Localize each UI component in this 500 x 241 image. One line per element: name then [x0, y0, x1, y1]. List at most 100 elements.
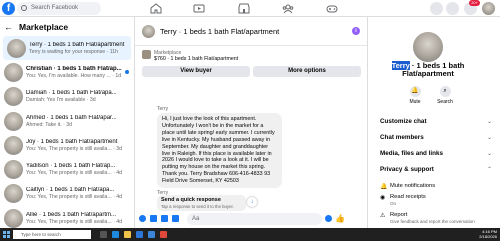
search-input[interactable]: Search Facebook	[17, 2, 101, 15]
message-input[interactable]: Aa	[187, 212, 322, 225]
conversation-list-panel: ← Marketplace Terry · 1 beds 1 bath Flat…	[0, 17, 135, 228]
contact-name: Terry · 1 beds 1 bath Flat/apartment	[368, 61, 488, 78]
edge-icon[interactable]	[112, 231, 119, 238]
back-arrow-icon[interactable]: ←	[4, 22, 13, 32]
sticker-icon[interactable]	[161, 215, 168, 222]
item-status: On	[390, 201, 397, 206]
more-options-button[interactable]: More options	[253, 66, 361, 77]
avatar	[4, 208, 23, 228]
facebook-logo[interactable]: f	[2, 2, 15, 15]
chat-title[interactable]: Terry · 1 beds 1 bath Flat/apartment	[160, 27, 279, 36]
section-label: Media, files and links	[380, 150, 443, 157]
notifications-badge: 20+	[469, 0, 480, 6]
notifications-icon[interactable]: 20+	[464, 0, 480, 15]
conversation-preview: You: Yes, The property is still availa..…	[26, 218, 123, 225]
emoji-icon[interactable]	[325, 215, 332, 222]
conversation-item[interactable]: Terry · 1 beds 1 bath Flat/apartment Terr…	[3, 36, 131, 61]
scroll-down-icon[interactable]: ↓	[247, 197, 257, 207]
chevron-down-icon: ⌄	[486, 119, 492, 125]
menu-grid-icon[interactable]	[430, 2, 443, 15]
home-icon[interactable]	[150, 3, 162, 14]
listing-thumbnail[interactable]	[142, 50, 151, 59]
search-placeholder: Search Facebook	[31, 5, 79, 11]
section-chat-members[interactable]: Chat members ⌄	[380, 134, 492, 141]
taskbar-search-input[interactable]: Type here to search	[13, 230, 91, 239]
system-clock[interactable]: 4:16 PM 2/18/2026	[479, 229, 497, 239]
file-explorer-icon[interactable]	[124, 231, 131, 238]
mail-icon[interactable]	[148, 231, 155, 238]
section-label: Privacy & support	[380, 166, 434, 173]
message-bubble: Hi, I just love the look of this apartme…	[157, 113, 282, 189]
conversation-preview: You: Yes, The property is still availa..…	[26, 145, 123, 152]
messenger-icon[interactable]	[446, 2, 459, 15]
search-icon: ⌕	[439, 86, 451, 97]
conversation-text: Joy · 1 beds 1 bath Flat/apartment You: Y…	[26, 139, 126, 152]
section-label: Chat members	[380, 134, 424, 141]
marketplace-icon[interactable]	[238, 3, 250, 14]
search-icon	[21, 5, 27, 11]
info-icon[interactable]: i	[352, 27, 360, 35]
mute-notifications-item[interactable]: 🔔 Mute notifications	[380, 183, 492, 190]
read-receipts-item[interactable]: ◉ Read receipts On	[380, 194, 492, 206]
chat-panel: Terry · 1 beds 1 bath Flat/apartment i M…	[135, 17, 368, 228]
conversation-preview: You: Yes, I'm available. How many ... · …	[26, 72, 122, 79]
conversation-preview: Terry is waiting for your response · 11h	[29, 48, 118, 55]
listing-card: Marketplace $760 · 1 beds 1 bath Flat/ap…	[135, 46, 367, 85]
avatar[interactable]	[142, 24, 155, 38]
store-icon[interactable]	[136, 231, 143, 238]
avatar	[4, 87, 23, 107]
item-label: Read receipts	[390, 194, 426, 200]
report-item[interactable]: ⚠ Report Give feedback and report the co…	[380, 212, 492, 224]
gif-icon[interactable]	[172, 215, 179, 222]
conversation-item[interactable]: Christian · 1 beds 1 bath Flat/ap... You:…	[0, 60, 134, 84]
windows-start-icon[interactable]	[3, 231, 10, 238]
conversation-text: Caitlyn · 1 beds 1 bath Flat/apa... You: …	[26, 187, 126, 200]
conversation-name: Yadilson · 1 beds 1 bath Flat/ap...	[26, 163, 116, 170]
task-view-icon[interactable]	[100, 231, 107, 238]
photo-icon[interactable]	[150, 215, 157, 222]
chevron-up-icon: ⌃	[486, 167, 492, 173]
video-icon[interactable]	[193, 3, 205, 14]
section-privacy-support[interactable]: Privacy & support ⌃	[380, 166, 492, 173]
conversation-name: Ahmed · 1 beds 1 bath Flat/apar...	[26, 114, 117, 121]
mute-label: Mute	[409, 99, 421, 105]
conversation-item[interactable]: Caitlyn · 1 beds 1 bath Flat/apa... You: …	[0, 182, 134, 206]
view-buyer-button[interactable]: View buyer	[142, 66, 250, 77]
windows-taskbar: Type here to search 4:16 PM 2/18/2026	[0, 228, 500, 241]
gaming-icon[interactable]	[326, 3, 338, 14]
avatar	[4, 160, 23, 180]
conversation-item[interactable]: Allie · 1 beds 1 bath Flat/apartm... You:…	[0, 206, 134, 230]
panel-header: ← Marketplace	[0, 17, 134, 36]
item-label: Mute notifications	[390, 183, 436, 189]
avatar[interactable]	[413, 32, 443, 62]
avatar	[4, 184, 23, 204]
conversation-text: Christian · 1 beds 1 bath Flat/ap... You:…	[26, 66, 126, 79]
conversation-item[interactable]: Joy · 1 beds 1 bath Flat/apartment You: Y…	[0, 133, 134, 157]
groups-icon[interactable]	[282, 3, 294, 14]
chat-info-panel: Terry · 1 beds 1 bath Flat/apartment 🔔 M…	[368, 17, 500, 228]
section-label: Customize chat	[380, 118, 427, 125]
conversation-item[interactable]: Damiah · 1 beds 1 bath Flat/apa... Damiah…	[0, 85, 134, 109]
avatar	[4, 62, 23, 82]
like-icon[interactable]: 👍	[335, 214, 345, 223]
panel-title: Marketplace	[19, 21, 69, 32]
search-button[interactable]: ⌕ Search	[435, 86, 455, 105]
profile-avatar[interactable]	[482, 2, 495, 15]
conversation-text: Damiah · 1 beds 1 bath Flat/apa... Damiah…	[26, 90, 126, 103]
message-composer: Aa 👍	[135, 209, 368, 228]
conversation-text: Ahmed · 1 beds 1 bath Flat/apar... Ahmed:…	[26, 115, 126, 128]
bell-icon: 🔔	[409, 86, 421, 97]
listing-price[interactable]: $760 · 1 beds 1 bath Flat/apartment	[154, 56, 238, 62]
section-customize-chat[interactable]: Customize chat ⌄	[380, 118, 492, 125]
sender-name: Terry	[157, 106, 169, 112]
section-media-files[interactable]: Media, files and links ⌄	[380, 150, 492, 157]
plus-icon[interactable]	[139, 215, 146, 222]
conversation-item[interactable]: Ahmed · 1 beds 1 bath Flat/apar... Ahmed:…	[0, 109, 134, 133]
item-label: Report	[390, 212, 408, 218]
unread-indicator	[125, 70, 129, 75]
conversation-name: Joy · 1 beds 1 bath Flat/apartment	[26, 138, 118, 145]
chrome-icon[interactable]	[160, 231, 167, 238]
conversation-item[interactable]: Yadilson · 1 beds 1 bath Flat/ap... You: …	[0, 157, 134, 181]
mute-button[interactable]: 🔔 Mute	[405, 86, 425, 105]
item-description: Give feedback and report the conversatio…	[390, 219, 475, 224]
